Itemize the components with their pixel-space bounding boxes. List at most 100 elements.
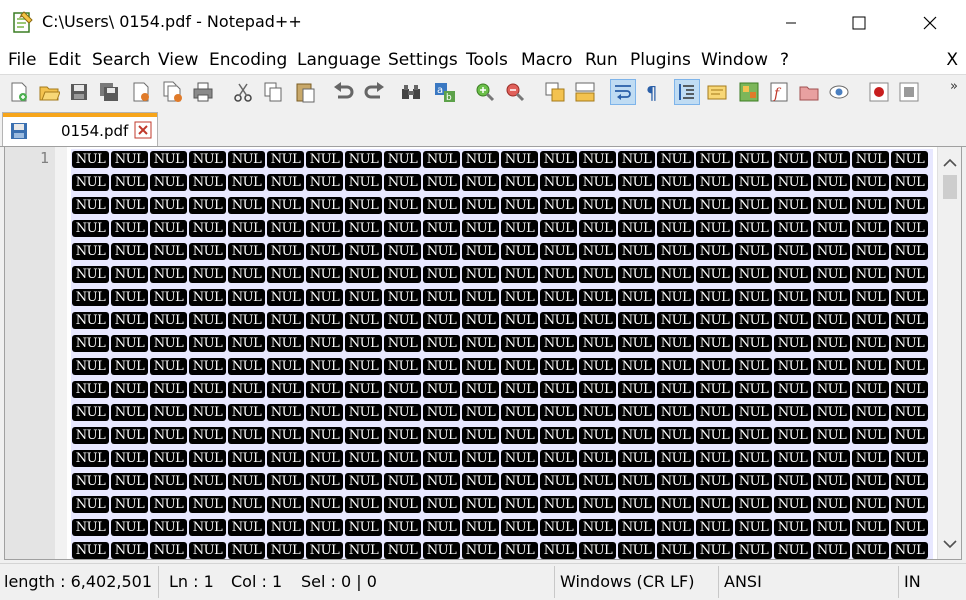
nul-control-char: NUL xyxy=(306,427,343,444)
sync-vertical-icon[interactable] xyxy=(542,79,568,105)
nul-control-char: NUL xyxy=(228,450,265,467)
find-icon[interactable] xyxy=(398,79,424,105)
text-line: NUL NUL NUL NUL NUL NUL NUL NUL NUL NUL NUL NUL NUL N… xyxy=(71,494,929,515)
nul-control-char: NUL xyxy=(813,427,850,444)
indent-guide-icon[interactable] xyxy=(674,79,700,105)
nul-control-char: NUL xyxy=(657,427,694,444)
minimize-button[interactable] xyxy=(768,0,814,46)
nul-control-char: NUL xyxy=(72,542,109,559)
nul-control-char: NUL xyxy=(228,197,265,214)
menu-tools[interactable]: Tools xyxy=(466,50,508,70)
document-map-icon[interactable] xyxy=(736,79,762,105)
menu-edit[interactable]: Edit xyxy=(48,50,81,70)
copy-icon[interactable] xyxy=(260,79,286,105)
editor[interactable]: 1 NUL NUL NUL NUL NUL NUL NUL NUL NUL NUL NUL NUL NU… xyxy=(4,146,962,560)
nul-control-char: NUL xyxy=(462,427,499,444)
nul-control-char: NUL xyxy=(852,542,889,559)
nul-control-char: NUL xyxy=(501,151,538,168)
monitoring-icon[interactable] xyxy=(826,79,852,105)
menu-plugins[interactable]: Plugins xyxy=(630,50,691,70)
menu-encoding[interactable]: Encoding xyxy=(209,50,287,70)
zoom-out-icon[interactable] xyxy=(502,79,528,105)
nul-control-char: NUL xyxy=(852,496,889,513)
status-bar: length : 6,402,501 Ln : 1 Col : 1 Sel : … xyxy=(0,563,966,600)
menu-help[interactable]: ? xyxy=(780,50,789,70)
redo-icon[interactable] xyxy=(362,79,388,105)
menu-window[interactable]: Window xyxy=(701,50,768,70)
nul-control-char: NUL xyxy=(267,519,304,536)
nul-control-char: NUL xyxy=(579,519,616,536)
nul-control-char: NUL xyxy=(852,473,889,490)
save-all-icon[interactable] xyxy=(96,79,122,105)
menu-view[interactable]: View xyxy=(158,50,198,70)
tab-close-icon[interactable] xyxy=(134,121,152,139)
nul-control-char: NUL xyxy=(618,381,655,398)
paste-icon[interactable] xyxy=(292,79,318,105)
nul-control-char: NUL xyxy=(189,542,226,559)
toolbar-overflow-button[interactable]: » xyxy=(950,79,958,94)
scroll-thumb[interactable] xyxy=(943,175,957,199)
user-defined-language-icon[interactable] xyxy=(704,79,730,105)
menu-language[interactable]: Language xyxy=(297,50,381,70)
nul-control-char: NUL xyxy=(735,220,772,237)
nul-control-char: NUL xyxy=(657,496,694,513)
nul-control-char: NUL xyxy=(306,450,343,467)
nul-control-char: NUL xyxy=(150,496,187,513)
save-icon[interactable] xyxy=(66,79,92,105)
nul-control-char: NUL xyxy=(696,266,733,283)
text-line: NUL NUL NUL NUL NUL NUL NUL NUL NUL NUL NUL NUL NUL N… xyxy=(71,402,929,423)
function-list-icon[interactable]: f xyxy=(766,79,792,105)
nul-control-char: NUL xyxy=(696,220,733,237)
nul-control-char: NUL xyxy=(501,174,538,191)
text-area[interactable]: NUL NUL NUL NUL NUL NUL NUL NUL NUL NUL NUL NUL NUL N… xyxy=(71,149,933,559)
close-all-icon[interactable] xyxy=(160,79,186,105)
undo-icon[interactable] xyxy=(330,79,356,105)
text-line: NUL NUL NUL NUL NUL NUL NUL NUL NUL NUL NUL NUL NUL N… xyxy=(71,195,929,216)
open-file-icon[interactable] xyxy=(36,79,62,105)
menu-file[interactable]: File xyxy=(8,50,36,70)
maximize-button[interactable] xyxy=(836,0,882,46)
nul-control-char: NUL xyxy=(462,473,499,490)
new-file-icon[interactable] xyxy=(6,79,32,105)
scroll-up-icon[interactable] xyxy=(943,153,957,172)
nul-control-char: NUL xyxy=(501,519,538,536)
print-icon[interactable] xyxy=(190,79,216,105)
close-window-button[interactable] xyxy=(907,0,953,46)
fold-margin xyxy=(55,147,67,559)
vertical-scrollbar[interactable] xyxy=(937,147,961,559)
replace-icon[interactable]: ab xyxy=(432,79,458,105)
menu-settings[interactable]: Settings xyxy=(388,50,458,70)
cut-icon[interactable] xyxy=(230,79,256,105)
nul-control-char: NUL xyxy=(345,197,382,214)
show-all-characters-icon[interactable]: ¶ xyxy=(640,79,666,105)
nul-control-char: NUL xyxy=(579,335,616,352)
nul-control-char: NUL xyxy=(774,519,811,536)
stop-recording-icon[interactable] xyxy=(896,79,922,105)
nul-control-char: NUL xyxy=(384,151,421,168)
folder-as-workspace-icon[interactable] xyxy=(796,79,822,105)
nul-control-char: NUL xyxy=(813,496,850,513)
nul-control-char: NUL xyxy=(579,220,616,237)
menu-search[interactable]: Search xyxy=(92,50,150,70)
nul-control-char: NUL xyxy=(774,381,811,398)
nul-control-char: NUL xyxy=(579,473,616,490)
close-icon[interactable] xyxy=(128,79,154,105)
nul-control-char: NUL xyxy=(501,473,538,490)
sync-horizontal-icon[interactable] xyxy=(572,79,598,105)
nul-control-char: NUL xyxy=(657,174,694,191)
nul-control-char: NUL xyxy=(267,312,304,329)
menu-macro[interactable]: Macro xyxy=(521,50,572,70)
tab-0154-pdf[interactable]: 0154.pdf xyxy=(2,112,158,146)
menu-run[interactable]: Run xyxy=(585,50,618,70)
record-macro-icon[interactable] xyxy=(866,79,892,105)
nul-control-char: NUL xyxy=(111,312,148,329)
scroll-down-icon[interactable] xyxy=(943,534,957,553)
nul-control-char: NUL xyxy=(735,381,772,398)
nul-control-char: NUL xyxy=(189,289,226,306)
nul-control-char: NUL xyxy=(540,151,577,168)
word-wrap-icon[interactable] xyxy=(610,79,636,105)
nul-control-char: NUL xyxy=(501,243,538,260)
nul-control-char: NUL xyxy=(540,381,577,398)
zoom-in-icon[interactable] xyxy=(472,79,498,105)
close-document-menu-button[interactable]: X xyxy=(946,50,958,70)
